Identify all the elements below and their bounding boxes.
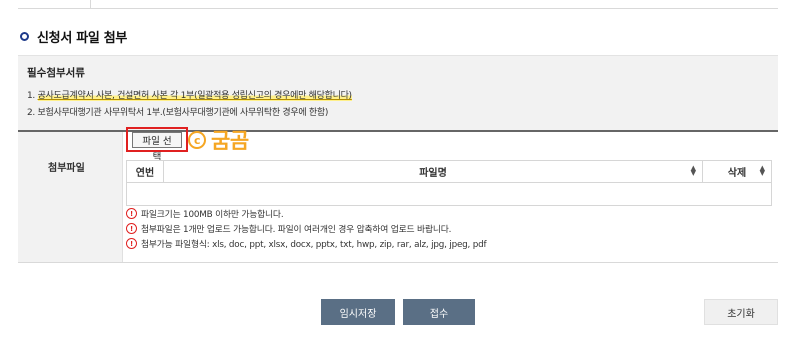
required-documents-box: 필수첨부서류 1. 공사도급계약서 사본, 건설면허 사본 각 1부(일괄적용 … [18,55,778,130]
upload-notes: ! 파일크기는 100MB 이하만 가능합니다. ! 첨부파일은 1개만 업로드… [126,206,487,251]
reset-button[interactable]: 초기화 [704,299,778,325]
attachment-form-row: 첨부파일 파일 선택 c 굼곰 연번 파일명 ▲ ▼ 삭제 ▲ ▼ ! 파일크기… [18,127,778,263]
attachment-table: 연번 파일명 ▲ ▼ 삭제 ▲ ▼ [126,160,772,206]
section-title-text: 신청서 파일 첨부 [37,30,128,46]
watermark-text: 굼곰 [211,129,249,153]
watermark: c 굼곰 [188,125,249,155]
note-file-count: ! 첨부파일은 1개만 업로드 가능합니다. 파일이 여러개인 경우 압축하여 … [126,221,486,236]
column-header-delete[interactable]: 삭제 ▲ ▼ [702,160,772,183]
file-select-highlight: 파일 선택 [126,127,188,163]
attachment-label: 첨부파일 [48,163,85,174]
file-select-button[interactable]: 파일 선택 [132,132,182,163]
warning-icon: ! [126,223,137,234]
required-document-2: 2. 보험사무대행기관 사무위탁서 1부.(보험사무대행기관에 사무위탁한 경우… [27,108,329,118]
sort-icon[interactable]: ▲ ▼ [760,165,765,177]
required-document-1: 1. 공사도급계약서 사본, 건설면허 사본 각 1부(일괄적용 성립신고의 경… [27,91,352,101]
sort-icon[interactable]: ▲ ▼ [691,165,696,177]
note-file-size: ! 파일크기는 100MB 이하만 가능합니다. [126,206,486,221]
section-title: 신청서 파일 첨부 [20,27,128,46]
cell-divider [90,0,91,8]
table-row-empty [127,183,772,206]
note-file-types: ! 첨부가능 파일형식: xls, doc, ppt, xlsx, docx, … [126,236,487,251]
column-header-no: 연번 [126,160,164,183]
required-documents-heading: 필수첨부서류 [27,67,85,79]
column-header-filename[interactable]: 파일명 ▲ ▼ [163,160,703,183]
previous-table-row [18,0,778,9]
required-document-1-highlight: 공사도급계약서 사본, 건설면허 사본 각 1부(일괄적용 성립신고의 경우에만… [37,91,352,101]
warning-icon: ! [126,238,137,249]
attachment-label-cell: 첨부파일 [18,132,123,262]
bullet-circle-icon [20,31,29,41]
submit-button[interactable]: 접수 [403,299,475,325]
temp-save-button[interactable]: 임시저장 [321,299,395,325]
table-header-row: 연번 파일명 ▲ ▼ 삭제 ▲ ▼ [126,160,772,183]
copyright-icon: c [188,131,206,149]
warning-icon: ! [126,208,137,219]
